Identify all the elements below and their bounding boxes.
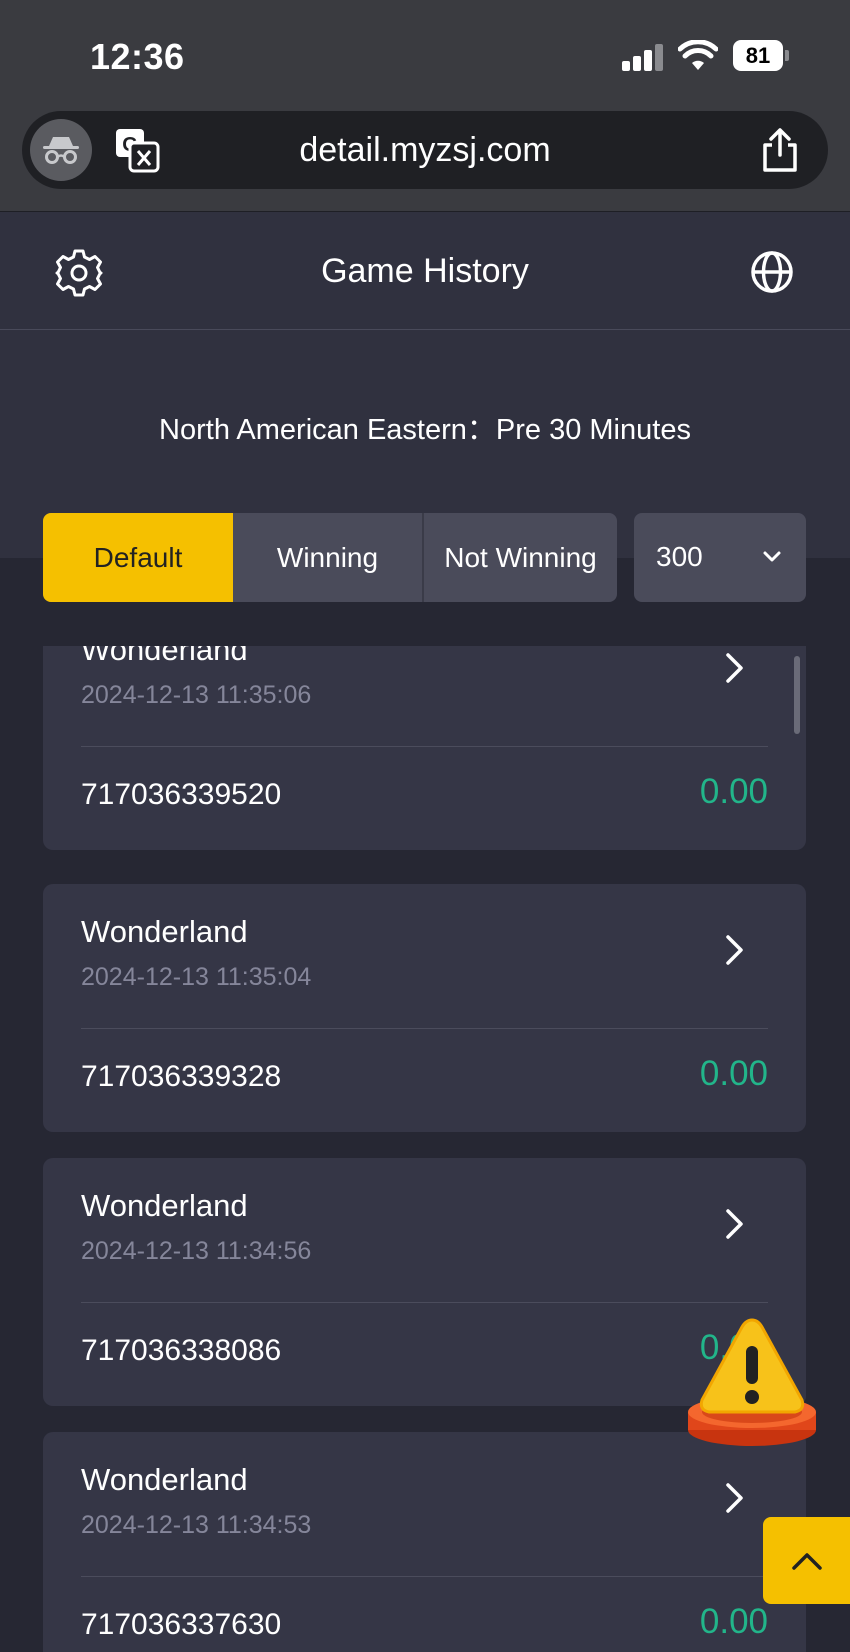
game-time: 2024-12-13 11:34:56 — [81, 1237, 312, 1265]
timezone-text: North American Eastern：Pre 30 Minutes — [159, 414, 691, 446]
chevron-right-icon[interactable] — [724, 934, 746, 966]
scrollbar[interactable] — [794, 656, 800, 734]
round-id: 717036339520 — [81, 778, 282, 811]
list-item[interactable]: Wonderland 2024-12-13 11:35:06 717036339… — [43, 646, 806, 850]
page-title: Game History — [321, 252, 529, 290]
cellular-signal-icon — [622, 43, 664, 71]
browser-chrome: 12:36 81 detail.myzsj.com G — [0, 0, 850, 212]
list-item[interactable]: Wonderland 2024-12-13 11:35:04 717036339… — [43, 884, 806, 1132]
battery-icon: 81 — [733, 40, 789, 71]
round-id: 717036337630 — [81, 1608, 282, 1641]
game-name: Wonderland — [81, 914, 248, 949]
record-count-value: 300 — [656, 541, 703, 572]
game-name: Wonderland — [81, 1462, 248, 1497]
status-time: 12:36 — [90, 36, 185, 77]
app-header: Game History — [0, 212, 850, 330]
win-amount: 0.00 — [699, 772, 768, 811]
win-amount: 0.00 — [699, 1602, 768, 1641]
round-id: 717036338086 — [81, 1334, 282, 1367]
chevron-right-icon[interactable] — [724, 1482, 746, 1514]
divider — [81, 1028, 768, 1029]
game-time: 2024-12-13 11:35:06 — [81, 681, 312, 709]
tab-default[interactable]: Default — [43, 513, 233, 602]
tab-not-winning[interactable]: Not Winning — [424, 513, 617, 602]
share-icon[interactable] — [760, 127, 800, 173]
scroll-to-top-button[interactable] — [763, 1517, 850, 1604]
game-time: 2024-12-13 11:34:53 — [81, 1511, 312, 1539]
wifi-icon — [678, 40, 718, 70]
game-name: Wonderland — [81, 646, 248, 667]
battery-level: 81 — [733, 40, 783, 71]
chevron-down-icon — [763, 551, 781, 562]
divider — [81, 1576, 768, 1577]
warning-icon[interactable] — [684, 1316, 820, 1452]
tab-winning[interactable]: Winning — [233, 513, 424, 602]
chevron-right-icon[interactable] — [724, 1208, 746, 1240]
game-name: Wonderland — [81, 1188, 248, 1223]
game-time: 2024-12-13 11:35:04 — [81, 963, 312, 991]
translate-icon[interactable]: G — [114, 127, 160, 173]
incognito-icon[interactable] — [30, 119, 92, 181]
address-bar[interactable]: detail.myzsj.com G — [22, 111, 828, 189]
divider — [81, 746, 768, 747]
round-id: 717036339328 — [81, 1060, 282, 1093]
chevron-up-icon — [791, 1552, 822, 1570]
chevron-right-icon[interactable] — [724, 652, 746, 684]
divider — [81, 1302, 768, 1303]
result-filter-tabs: Default Winning Not Winning — [43, 513, 617, 602]
list-item[interactable]: Wonderland 2024-12-13 11:34:53 717036337… — [43, 1432, 806, 1652]
record-count-select[interactable]: 300 — [634, 513, 806, 602]
win-amount: 0.00 — [699, 1054, 768, 1093]
game-history-list: Wonderland 2024-12-13 11:35:06 717036339… — [0, 646, 850, 1652]
language-globe-icon[interactable] — [750, 250, 794, 294]
